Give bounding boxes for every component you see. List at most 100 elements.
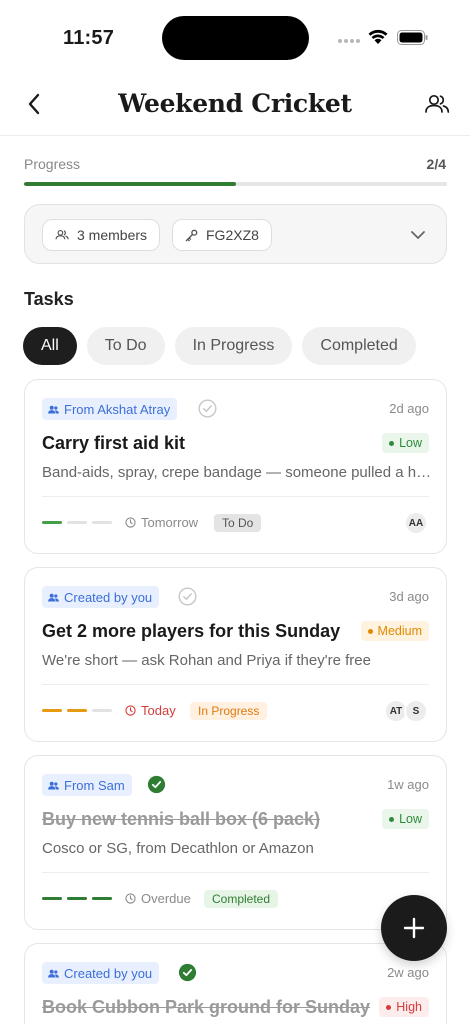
clock-icon (125, 705, 136, 716)
task-filter-tabs: All To Do In Progress Completed (23, 327, 416, 365)
step-segment (67, 897, 87, 900)
task-title: Carry first aid kit (42, 433, 186, 453)
card-divider (42, 872, 429, 873)
step-segment (42, 897, 62, 900)
task-time-ago: 2w ago (387, 965, 429, 980)
priority-label: Low (399, 436, 422, 450)
group-members-button[interactable] (422, 90, 452, 118)
step-segment (67, 709, 87, 712)
status-bar: 11:57 (0, 0, 470, 76)
assignee-avatars: AA (404, 511, 428, 535)
step-segment (92, 521, 112, 524)
add-task-button[interactable] (381, 895, 447, 961)
task-card[interactable]: Created by you 3d ago Get 2 more players… (24, 567, 447, 742)
step-segment (42, 521, 62, 524)
invite-code-chip[interactable]: FG2XZ8 (172, 219, 272, 251)
wifi-icon (368, 29, 388, 44)
app-header: Weekend Cricket (0, 76, 470, 136)
task-title: Book Cubbon Park ground for Sunday (42, 997, 370, 1017)
task-description: Band-aids, spray, crepe bandage — someon… (42, 464, 432, 481)
cellular-signal-icon (338, 39, 360, 43)
group-info-card: 3 members FG2XZ8 (24, 204, 447, 264)
priority-label: Low (399, 812, 422, 826)
task-card[interactable]: From Akshat Atray 2d ago Carry first aid… (24, 379, 447, 554)
task-card[interactable]: From Sam 1w ago Buy new tennis ball box … (24, 755, 447, 930)
progress-count: 2/4 (426, 156, 446, 172)
task-card[interactable]: Created by you 2w ago Book Cubbon Park g… (24, 943, 447, 1024)
step-segment (67, 521, 87, 524)
task-time-ago: 1w ago (387, 777, 429, 792)
tasks-section-title: Tasks (24, 289, 74, 309)
users-icon (48, 969, 59, 978)
clock-icon (125, 893, 136, 904)
card-divider (42, 496, 429, 497)
users-icon (48, 781, 59, 790)
users-icon (48, 593, 59, 602)
task-origin-badge: Created by you (42, 586, 160, 608)
task-due: Today (125, 703, 176, 718)
assignee-avatars: AT S (384, 699, 428, 723)
check-circle-icon (178, 587, 197, 606)
users-icon (48, 405, 59, 414)
chevron-down-icon (411, 231, 425, 239)
task-step-progress (42, 521, 112, 524)
dynamic-island (162, 16, 309, 60)
task-step-progress (42, 709, 112, 712)
users-icon (425, 94, 450, 113)
plus-icon (403, 917, 425, 939)
step-segment (92, 897, 112, 900)
clock-icon (125, 517, 136, 528)
status-badge: Completed (204, 890, 279, 908)
progress-label: Progress (24, 156, 81, 172)
step-segment (42, 709, 62, 712)
progress-bar (24, 182, 447, 186)
tab-completed[interactable]: Completed (302, 327, 416, 365)
priority-label: Medium (377, 624, 422, 638)
task-origin: Created by you (64, 965, 153, 981)
members-chip[interactable]: 3 members (42, 219, 161, 251)
users-icon (55, 229, 69, 240)
task-time-ago: 3d ago (389, 589, 429, 604)
task-step-progress (42, 897, 112, 900)
progress-bar-fill (24, 182, 236, 186)
priority-badge: Medium (360, 621, 429, 641)
check-circle-icon (198, 399, 217, 418)
priority-badge: Low (382, 433, 429, 453)
battery-icon (397, 30, 428, 45)
task-due-label: Tomorrow (141, 515, 199, 530)
expand-group-button[interactable] (406, 223, 430, 247)
tab-in-progress[interactable]: In Progress (174, 327, 293, 365)
status-badge: To Do (214, 514, 262, 532)
priority-badge: High (379, 997, 429, 1017)
check-circle-icon (147, 775, 166, 794)
check-circle-icon (178, 963, 197, 982)
step-segment (92, 709, 112, 712)
status-badge: In Progress (190, 702, 268, 720)
task-due-label: Today (141, 703, 176, 718)
task-origin: From Akshat Atray (64, 401, 171, 417)
task-due-label: Overdue (141, 891, 191, 906)
task-origin: From Sam (64, 777, 125, 793)
tab-to-do[interactable]: To Do (86, 327, 165, 365)
priority-badge: Low (382, 809, 429, 829)
status-time: 11:57 (63, 27, 115, 49)
task-origin-badge: From Sam (42, 774, 132, 796)
tab-all[interactable]: All (23, 327, 77, 365)
members-count: 3 members (77, 227, 148, 243)
task-title: Buy new tennis ball box (6 pack) (42, 809, 321, 829)
page-title: Weekend Cricket (118, 89, 352, 118)
task-title: Get 2 more players for this Sunday (42, 621, 341, 641)
task-description: Cosco or SG, from Decathlon or Amazon (42, 840, 314, 857)
key-icon (185, 229, 198, 241)
task-due: Tomorrow (125, 515, 198, 530)
avatar: AA (404, 511, 428, 535)
task-origin: Created by you (64, 589, 153, 605)
task-origin-badge: Created by you (42, 962, 160, 984)
task-description: We're short — ask Rohan and Priya if the… (42, 652, 371, 669)
task-time-ago: 2d ago (389, 401, 429, 416)
task-due: Overdue (125, 891, 191, 906)
priority-label: High (396, 1000, 422, 1014)
avatar: S (404, 699, 428, 723)
task-origin-badge: From Akshat Atray (42, 398, 178, 420)
invite-code: FG2XZ8 (206, 227, 259, 243)
